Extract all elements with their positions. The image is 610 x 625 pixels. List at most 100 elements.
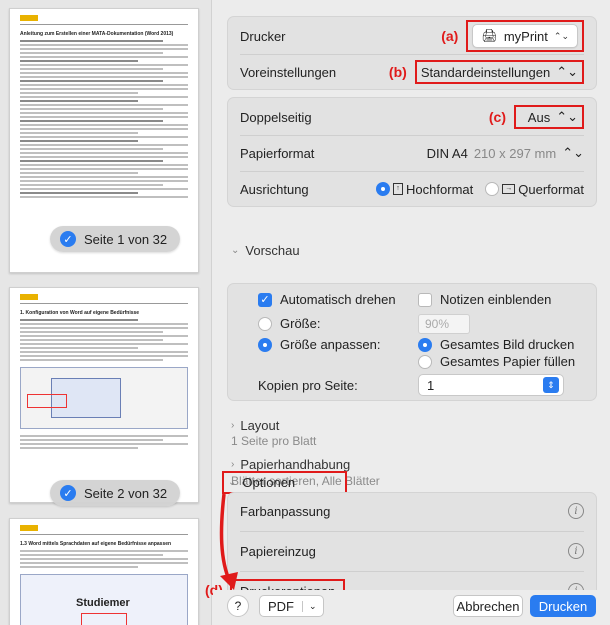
duplex-row: Doppelseitig (c) Aus ⌃⌄ — [228, 99, 596, 135]
presets-highlight: Standardeinstellungen ⌃⌄ — [414, 60, 584, 84]
portrait-option[interactable]: ↑ Hochformat — [376, 182, 473, 197]
page-indicator-1: ✓ Seite 1 von 32 — [50, 226, 180, 252]
duplex-popup[interactable]: Aus ⌃⌄ — [528, 109, 578, 125]
printer-value: myPrint — [503, 28, 548, 44]
checkbox-unchecked — [418, 292, 432, 307]
chevron-right-icon: › — [231, 459, 235, 470]
show-notes-option[interactable]: Notizen einblenden — [418, 292, 551, 307]
radio-unselected — [418, 354, 432, 369]
presets-popup[interactable]: Standardeinstellungen ⌃⌄ — [421, 64, 578, 80]
radio-selected — [258, 337, 272, 352]
page-preview-sidebar[interactable]: Anleitung zum Erstellen einer MATA-Dokum… — [0, 0, 212, 625]
copies-per-page-popup[interactable]: 1 ⇕ — [418, 374, 564, 396]
info-icon[interactable]: i — [568, 503, 584, 519]
page-title: 1. Konfiguration von Word auf eigene Bed… — [20, 310, 140, 316]
printer-highlight: 🖨 myPrint ⌃⌄ — [466, 20, 584, 52]
info-icon[interactable]: i — [568, 543, 584, 559]
annotation-a: (a) — [441, 28, 459, 44]
toc-lines — [20, 40, 188, 198]
paper-size-dims: 210 x 297 mm — [473, 145, 557, 161]
page-header — [20, 525, 188, 535]
printer-icon: 🖨 — [481, 28, 498, 43]
printer-group: Drucker (a) 🖨 myPrint ⌃⌄ Voreinstellunge… — [227, 16, 597, 90]
chevron-right-icon: › — [231, 420, 235, 431]
checkmark-icon: ✓ — [60, 485, 76, 501]
fill-paper-option[interactable]: Gesamtes Papier füllen — [418, 354, 575, 369]
body-lines — [20, 550, 188, 568]
preview-section-toggle[interactable]: ⌄ Vorschau — [231, 243, 300, 258]
presets-row: Voreinstellungen (b) Standardeinstellung… — [228, 54, 596, 90]
help-button[interactable]: ? — [227, 595, 249, 617]
updown-chevron-icon: ⇕ — [543, 377, 559, 393]
layout-section-toggle[interactable]: › Layout — [231, 418, 279, 433]
page-title: Anleitung zum Erstellen einer MATA-Dokum… — [20, 31, 174, 37]
annotation-c: (c) — [488, 109, 506, 125]
body-lines — [20, 435, 188, 449]
chevron-down-icon: ⌄ — [228, 477, 237, 488]
landscape-option[interactable]: → Querformat — [485, 182, 584, 197]
checkbox-checked: ✓ — [258, 292, 272, 307]
page-thumbnail-3[interactable]: 1.3 Word mittels Sprachdaten auf eigene … — [9, 518, 199, 625]
chevron-down-icon: ⌄ — [231, 245, 240, 256]
auto-rotate-option[interactable]: ✓ Automatisch drehen — [258, 292, 396, 307]
dialog-footer: ? PDF ⌄ Abbrechen Drucken — [213, 590, 610, 625]
paper-handling-section-visible[interactable]: › Papierhandhabung — [231, 457, 350, 472]
screenshot-figure: Studiemer — [20, 574, 188, 625]
radio-selected — [418, 337, 432, 352]
presets-value: Standardeinstellungen — [420, 64, 551, 80]
duplex-value: Aus — [527, 109, 551, 125]
orientation-row: Ausrichtung ↑ Hochformat → Querformat — [228, 171, 596, 207]
updown-chevron-icon: ⌃⌄ — [556, 64, 578, 79]
arrow-annotation — [219, 493, 238, 590]
paper-size-row: Papierformat DIN A4 210 x 297 mm ⌃⌄ — [228, 135, 596, 171]
layout-summary: 1 Seite pro Blatt — [231, 434, 317, 448]
divider — [240, 531, 584, 532]
page-header — [20, 15, 188, 25]
body-lines — [20, 319, 188, 361]
printer-row: Drucker (a) 🖨 myPrint ⌃⌄ — [228, 18, 596, 54]
print-entire-image-option[interactable]: Gesamtes Bild drucken — [418, 337, 574, 352]
page-title: 1.3 Word mittels Sprachdaten auf eigene … — [20, 541, 172, 547]
page-indicator-label: Seite 1 von 32 — [84, 231, 168, 247]
landscape-icon: → — [502, 184, 516, 194]
page-indicator-label: Seite 2 von 32 — [84, 485, 168, 501]
updown-chevron-icon: ⌃⌄ — [562, 145, 584, 160]
radio-unselected — [485, 182, 500, 196]
radio-selected — [376, 182, 391, 196]
options-section-toggle[interactable]: Optionen — [242, 475, 295, 490]
chevron-down-icon: ⌄ — [302, 600, 323, 612]
portrait-icon: ↑ — [393, 183, 404, 195]
duplex-highlight: Aus ⌃⌄ — [514, 105, 584, 129]
preview-options-box: ✓ Automatisch drehen Notizen einblenden … — [227, 283, 597, 401]
options-item-color[interactable]: Farbanpassung i — [228, 493, 596, 529]
size-option[interactable]: Größe: — [258, 316, 320, 331]
divider — [240, 571, 584, 572]
checkmark-icon: ✓ — [60, 231, 76, 247]
updown-chevron-icon: ⌃⌄ — [553, 30, 569, 41]
printer-popup[interactable]: 🖨 myPrint ⌃⌄ — [472, 24, 578, 48]
paper-size-popup[interactable]: DIN A4 210 x 297 mm ⌃⌄ — [427, 145, 584, 161]
print-button[interactable]: Drucken — [530, 595, 596, 617]
updown-chevron-icon: ⌃⌄ — [556, 109, 578, 124]
size-percent-field: 90% — [418, 314, 470, 334]
printer-label: Drucker — [240, 28, 286, 44]
copies-per-page-label: Kopien pro Seite: — [258, 378, 358, 393]
pdf-menu-button[interactable]: PDF ⌄ — [259, 595, 324, 617]
logo — [20, 15, 38, 21]
paper-size-label: Papierformat — [240, 145, 315, 161]
presets-label: Voreinstellungen — [240, 64, 337, 80]
annotation-b: (b) — [388, 64, 407, 80]
page-indicator-2: ✓ Seite 2 von 32 — [50, 480, 180, 506]
page-header — [20, 294, 188, 304]
fit-option[interactable]: Größe anpassen: — [258, 337, 380, 352]
options-item-paper-feed[interactable]: Papiereinzug i — [228, 533, 596, 569]
paper-size-value: DIN A4 — [426, 145, 468, 161]
radio-unselected — [258, 316, 272, 331]
orientation-label: Ausrichtung — [240, 181, 309, 197]
logo — [20, 294, 38, 300]
page-thumbnail-2[interactable]: 1. Konfiguration von Word auf eigene Bed… — [9, 287, 199, 503]
screenshot-figure — [20, 367, 188, 429]
logo — [20, 525, 38, 531]
duplex-label: Doppelseitig — [240, 109, 312, 125]
cancel-button[interactable]: Abbrechen — [453, 595, 523, 617]
